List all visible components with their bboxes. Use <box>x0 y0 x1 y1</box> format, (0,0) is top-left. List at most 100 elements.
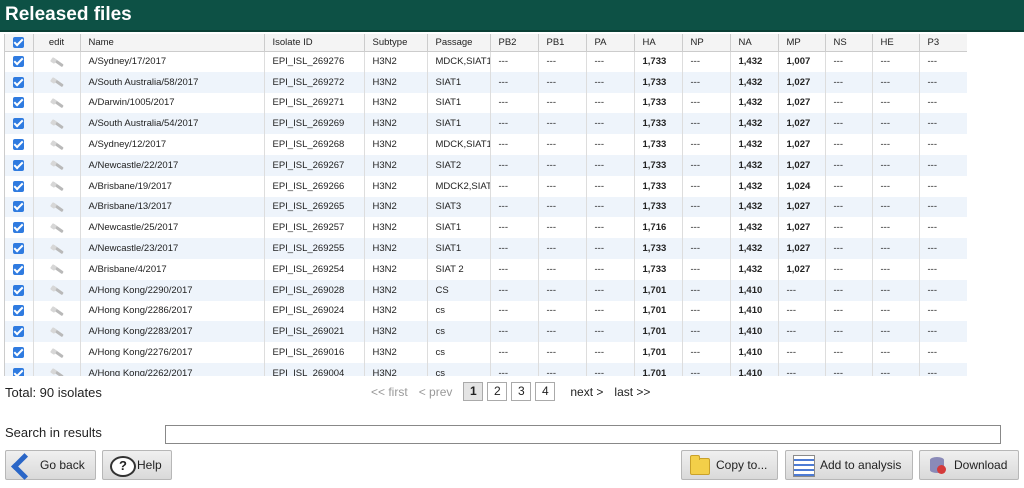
cell-name[interactable]: A/South Australia/58/2017 <box>80 71 265 93</box>
checkbox-checked[interactable] <box>13 56 25 68</box>
edit-pencil-icon[interactable] <box>49 263 65 275</box>
cell-name[interactable]: A/Sydney/17/2017 <box>80 51 265 72</box>
pager-prev-link[interactable]: < prev <box>419 385 453 399</box>
edit-pencil-icon[interactable] <box>49 347 65 359</box>
row-checkbox[interactable] <box>5 258 34 280</box>
row-edit-cell[interactable] <box>33 71 81 93</box>
checkbox-checked[interactable] <box>13 284 25 296</box>
row-checkbox[interactable] <box>5 300 34 322</box>
search-input[interactable] <box>165 425 1001 444</box>
pager-page-3[interactable]: 3 <box>511 382 532 401</box>
add-to-analysis-button[interactable]: Add to analysis <box>785 450 913 480</box>
checkbox-checked[interactable] <box>13 347 25 359</box>
row-edit-cell[interactable] <box>33 134 81 155</box>
checkbox-checked[interactable] <box>13 180 25 192</box>
row-edit-cell[interactable] <box>33 51 81 72</box>
edit-pencil-icon[interactable] <box>49 159 65 171</box>
row-edit-cell[interactable] <box>33 279 81 301</box>
checkbox-checked[interactable] <box>13 159 25 171</box>
edit-pencil-icon[interactable] <box>49 56 65 68</box>
row-checkbox[interactable] <box>5 321 34 343</box>
checkbox-checked[interactable] <box>13 263 25 275</box>
table-row[interactable]: A/Newcastle/23/2017 EPI_ISL_269255 H3N2 SIA… <box>5 238 968 259</box>
pager-page-2[interactable]: 2 <box>487 382 508 401</box>
table-row[interactable]: A/Sydney/12/2017 EPI_ISL_269268 H3N2 MDCK,S… <box>5 134 968 155</box>
row-checkbox[interactable] <box>5 238 34 259</box>
row-edit-cell[interactable] <box>33 258 81 280</box>
column-header-mp[interactable]: MP <box>778 34 826 52</box>
row-edit-cell[interactable] <box>33 342 81 363</box>
edit-pencil-icon[interactable] <box>49 118 65 130</box>
table-row[interactable]: A/Hong Kong/2262/2017 EPI_ISL_269004 H3N2 c… <box>5 362 968 376</box>
row-checkbox[interactable] <box>5 71 34 93</box>
edit-pencil-icon[interactable] <box>49 97 65 109</box>
row-edit-cell[interactable] <box>33 113 81 135</box>
row-checkbox[interactable] <box>5 134 34 155</box>
edit-pencil-icon[interactable] <box>49 284 65 296</box>
column-header-p3[interactable]: P3 <box>919 34 968 52</box>
column-header-ha[interactable]: HA <box>634 34 683 52</box>
row-edit-cell[interactable] <box>33 238 81 259</box>
cell-name[interactable]: A/Brisbane/13/2017 <box>80 196 265 218</box>
checkbox-checked[interactable] <box>13 97 25 109</box>
row-edit-cell[interactable] <box>33 321 81 343</box>
column-header-pa[interactable]: PA <box>586 34 635 52</box>
checkbox-checked[interactable] <box>13 326 25 338</box>
table-row[interactable]: A/Hong Kong/2286/2017 EPI_ISL_269024 H3N2 c… <box>5 300 968 322</box>
column-header-na[interactable]: NA <box>730 34 779 52</box>
edit-pencil-icon[interactable] <box>49 201 65 213</box>
row-edit-cell[interactable] <box>33 217 81 239</box>
row-checkbox[interactable] <box>5 51 34 72</box>
copy-to-button[interactable]: Copy to... <box>681 450 778 480</box>
cell-name[interactable]: A/Newcastle/23/2017 <box>80 238 265 259</box>
table-row[interactable]: A/Hong Kong/2283/2017 EPI_ISL_269021 H3N2 c… <box>5 321 968 343</box>
row-checkbox[interactable] <box>5 154 34 176</box>
row-checkbox[interactable] <box>5 217 34 239</box>
table-row[interactable]: A/South Australia/58/2017 EPI_ISL_269272 H… <box>5 71 968 93</box>
cell-name[interactable]: A/Hong Kong/2283/2017 <box>80 321 265 343</box>
help-button[interactable]: Help <box>102 450 172 480</box>
go-back-button[interactable]: Go back <box>5 450 96 480</box>
table-row[interactable]: A/Newcastle/22/2017 EPI_ISL_269267 H3N2 SIA… <box>5 154 968 176</box>
download-button[interactable]: Download <box>919 450 1019 480</box>
cell-name[interactable]: A/Sydney/12/2017 <box>80 134 265 155</box>
checkbox-checked[interactable] <box>13 243 25 255</box>
results-table-container[interactable]: edit Name Isolate ID Subtype Passage PB2… <box>4 34 968 376</box>
table-row[interactable]: A/South Australia/54/2017 EPI_ISL_269269 H… <box>5 113 968 135</box>
column-header-pb1[interactable]: PB1 <box>538 34 587 52</box>
row-checkbox[interactable] <box>5 279 34 301</box>
row-edit-cell[interactable] <box>33 154 81 176</box>
cell-name[interactable]: A/Newcastle/22/2017 <box>80 154 265 176</box>
row-checkbox[interactable] <box>5 92 34 114</box>
column-header-subtype[interactable]: Subtype <box>364 34 428 52</box>
edit-pencil-icon[interactable] <box>49 76 65 88</box>
column-header-passage[interactable]: Passage <box>427 34 491 52</box>
table-row[interactable]: A/Hong Kong/2290/2017 EPI_ISL_269028 H3N2 C… <box>5 279 968 301</box>
select-all-checkbox[interactable] <box>5 34 34 52</box>
edit-pencil-icon[interactable] <box>49 326 65 338</box>
table-row[interactable]: A/Brisbane/19/2017 EPI_ISL_269266 H3N2 MDCK… <box>5 175 968 197</box>
edit-pencil-icon[interactable] <box>49 367 65 376</box>
table-row[interactable]: A/Sydney/17/2017 EPI_ISL_269276 H3N2 MDCK,S… <box>5 51 968 72</box>
checkbox-checked[interactable] <box>13 118 25 130</box>
row-edit-cell[interactable] <box>33 362 81 376</box>
column-header-isolate-id[interactable]: Isolate ID <box>264 34 365 52</box>
cell-name[interactable]: A/South Australia/54/2017 <box>80 113 265 135</box>
checkbox-checked[interactable] <box>13 305 25 317</box>
row-checkbox[interactable] <box>5 196 34 218</box>
edit-pencil-icon[interactable] <box>49 243 65 255</box>
column-header-ns[interactable]: NS <box>825 34 873 52</box>
table-row[interactable]: A/Newcastle/25/2017 EPI_ISL_269257 H3N2 SIA… <box>5 217 968 239</box>
pager-page-1[interactable]: 1 <box>463 382 484 401</box>
cell-name[interactable]: A/Brisbane/19/2017 <box>80 175 265 197</box>
column-header-edit[interactable]: edit <box>33 34 81 52</box>
column-header-he[interactable]: HE <box>872 34 920 52</box>
table-row[interactable]: A/Brisbane/13/2017 EPI_ISL_269265 H3N2 SIAT… <box>5 196 968 218</box>
column-header-pb2[interactable]: PB2 <box>490 34 539 52</box>
edit-pencil-icon[interactable] <box>49 222 65 234</box>
cell-name[interactable]: A/Hong Kong/2276/2017 <box>80 342 265 363</box>
cell-name[interactable]: A/Newcastle/25/2017 <box>80 217 265 239</box>
checkbox-checked[interactable] <box>13 76 25 88</box>
row-checkbox[interactable] <box>5 362 34 376</box>
row-edit-cell[interactable] <box>33 196 81 218</box>
